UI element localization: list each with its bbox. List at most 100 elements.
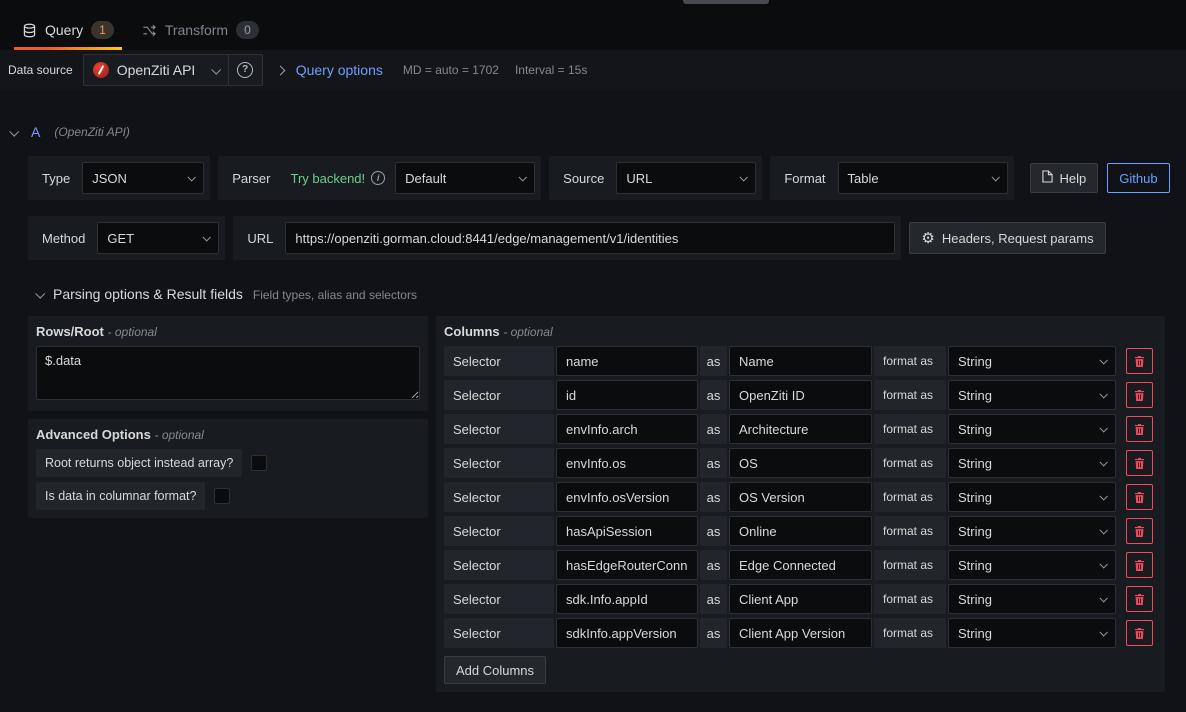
add-columns-button[interactable]: Add Columns (444, 656, 546, 684)
chevron-down-icon (1099, 356, 1107, 364)
tab-query-label: Query (45, 22, 83, 38)
method-label: Method (34, 231, 93, 246)
delete-column-button[interactable] (1126, 416, 1153, 442)
column-format-value: String (958, 626, 992, 641)
trash-icon (1133, 457, 1146, 470)
selector-input[interactable] (556, 448, 698, 478)
column-format-select[interactable]: String (948, 414, 1116, 444)
window-top-strip (0, 0, 1186, 10)
trash-icon (1133, 491, 1146, 504)
advanced-option-checkbox[interactable] (251, 455, 267, 471)
as-chip: as (700, 414, 727, 444)
column-format-select[interactable]: String (948, 346, 1116, 376)
selector-input[interactable] (556, 584, 698, 614)
datasource-toolbar: Data source OpenZiti API ? Query options… (0, 50, 1186, 90)
selector-chip: Selector (444, 550, 554, 580)
source-select[interactable]: URL (616, 162, 756, 194)
chevron-down-icon (1099, 560, 1107, 568)
delete-column-button[interactable] (1126, 586, 1153, 612)
alias-input[interactable] (729, 346, 872, 376)
trash-icon (1133, 627, 1146, 640)
alias-input[interactable] (729, 516, 872, 546)
column-row: Selector as format as String (444, 346, 1157, 376)
selector-input[interactable] (556, 380, 698, 410)
trash-icon (1133, 559, 1146, 572)
github-button[interactable]: Github (1107, 163, 1169, 193)
as-chip: as (700, 482, 727, 512)
info-circle-icon[interactable]: i (371, 171, 385, 185)
selector-input[interactable] (556, 550, 698, 580)
column-format-select[interactable]: String (948, 618, 1116, 648)
selector-chip: Selector (444, 414, 554, 444)
alias-input[interactable] (729, 584, 872, 614)
selector-chip: Selector (444, 448, 554, 478)
query-count-badge: 1 (91, 21, 114, 39)
datasource-help-button[interactable]: ? (229, 54, 263, 86)
trash-icon (1133, 593, 1146, 606)
parsing-section-subtitle: Field types, alias and selectors (253, 288, 417, 302)
advanced-option-label: Root returns object instead array? (36, 449, 242, 477)
advanced-option-checkbox[interactable] (214, 488, 230, 504)
format-select[interactable]: Table (838, 162, 1008, 194)
options-row-buttons: Help Github (1030, 163, 1170, 193)
parser-select[interactable]: Default (395, 162, 535, 194)
delete-column-button[interactable] (1126, 382, 1153, 408)
datasource-picker[interactable]: OpenZiti API (83, 54, 229, 86)
query-ref-id[interactable]: A (31, 124, 40, 140)
selector-input[interactable] (556, 414, 698, 444)
column-format-select[interactable]: String (948, 380, 1116, 410)
column-format-select[interactable]: String (948, 516, 1116, 546)
alias-input[interactable] (729, 414, 872, 444)
alias-input[interactable] (729, 380, 872, 410)
datasource-label: Data source (8, 63, 73, 77)
alias-input[interactable] (729, 618, 872, 648)
selector-input[interactable] (556, 516, 698, 546)
tab-transform[interactable]: Transform 0 (128, 10, 273, 50)
source-select-value: URL (626, 171, 652, 186)
alias-input[interactable] (729, 550, 872, 580)
delete-column-button[interactable] (1126, 348, 1153, 374)
tab-query[interactable]: Query 1 (8, 10, 128, 50)
delete-column-button[interactable] (1126, 484, 1153, 510)
format-as-chip: format as (874, 380, 946, 410)
max-data-points-text: MD = auto = 1702 (403, 63, 499, 77)
trash-icon (1133, 423, 1146, 436)
datasource-value: OpenZiti API (117, 62, 196, 78)
column-format-select[interactable]: String (948, 584, 1116, 614)
selector-input[interactable] (556, 346, 698, 376)
help-button[interactable]: Help (1030, 163, 1099, 193)
database-icon (22, 23, 37, 38)
column-format-select[interactable]: String (948, 482, 1116, 512)
delete-column-button[interactable] (1126, 450, 1153, 476)
selector-input[interactable] (556, 618, 698, 648)
section-chevron-icon[interactable] (35, 288, 45, 298)
chevron-down-icon (1099, 458, 1107, 466)
delete-column-button[interactable] (1126, 620, 1153, 646)
headers-params-button[interactable]: ⚙ Headers, Request params (909, 222, 1105, 254)
collapse-chevron-icon[interactable] (9, 126, 19, 136)
parsing-section-title: Parsing options & Result fields (53, 286, 243, 302)
type-select[interactable]: JSON (82, 162, 204, 194)
chevron-down-icon (519, 173, 527, 181)
delete-column-button[interactable] (1126, 518, 1153, 544)
column-format-select[interactable]: String (948, 448, 1116, 478)
chevron-down-icon (1099, 628, 1107, 636)
url-input[interactable] (285, 222, 895, 254)
chevron-down-icon (1099, 390, 1107, 398)
transform-icon (142, 23, 157, 38)
alias-input[interactable] (729, 448, 872, 478)
chevron-down-icon (188, 173, 196, 181)
delete-column-button[interactable] (1126, 552, 1153, 578)
column-format-select[interactable]: String (948, 550, 1116, 580)
as-chip: as (700, 550, 727, 580)
columns-title: Columns - optional (444, 324, 1157, 339)
query-options-link[interactable]: Query options (296, 62, 383, 78)
chevron-down-icon (740, 173, 748, 181)
format-as-chip: format as (874, 414, 946, 444)
method-select[interactable]: GET (97, 222, 219, 254)
selector-input[interactable] (556, 482, 698, 512)
column-format-value: String (958, 388, 992, 403)
rows-root-input[interactable]: $.data (36, 346, 420, 400)
alias-input[interactable] (729, 482, 872, 512)
rows-root-title-text: Rows/Root (36, 324, 104, 339)
